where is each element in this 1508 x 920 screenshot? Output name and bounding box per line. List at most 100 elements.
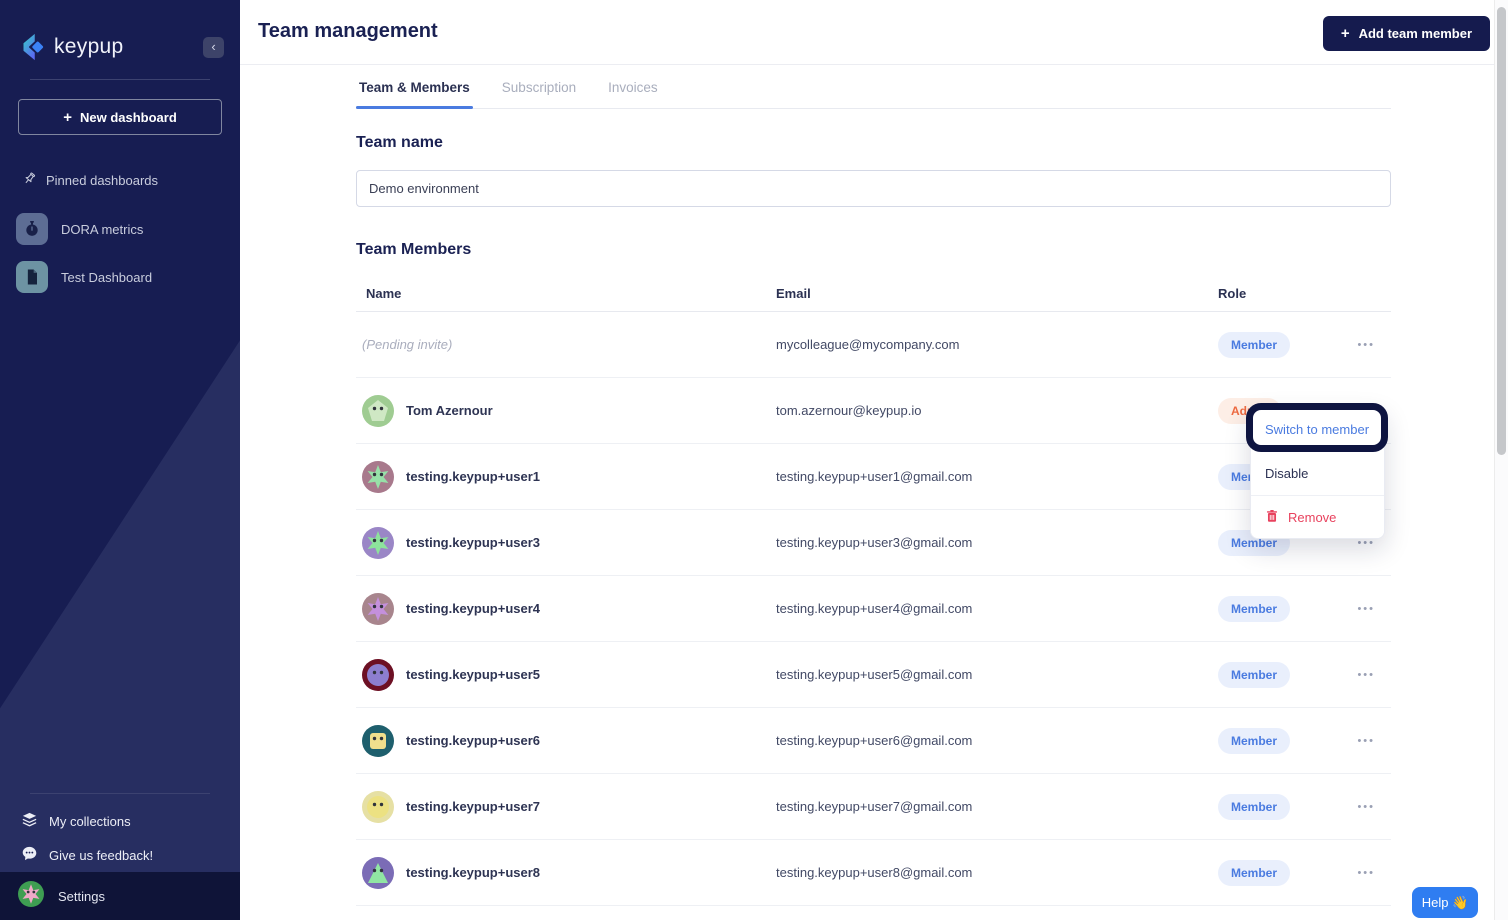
team-name-input[interactable] [356, 170, 1391, 207]
logo-text: keypup [54, 35, 203, 59]
menu-item-label: Disable [1265, 466, 1308, 481]
role-badge: Member [1218, 728, 1290, 754]
scrollbar-thumb[interactable] [1497, 7, 1506, 455]
sidebar-item-my-collections[interactable]: My collections [0, 804, 240, 838]
pinned-item-label: Test Dashboard [61, 270, 152, 285]
member-actions-cell: ••• [1355, 861, 1391, 885]
pinned-item-label: DORA metrics [61, 222, 143, 237]
table-header-row: NameEmailRole [356, 276, 1391, 312]
trash-icon [1265, 509, 1279, 526]
column-header-role: Role [1218, 286, 1331, 301]
document-icon [16, 261, 48, 293]
member-avatar [362, 725, 394, 757]
footer-item-label: Give us feedback! [49, 848, 153, 863]
user-avatar [18, 881, 44, 912]
menu-item-label: Remove [1288, 510, 1336, 525]
member-name: testing.keypup+user5 [406, 667, 540, 682]
member-avatar [362, 857, 394, 889]
sidebar-item-give-us-feedback[interactable]: Give us feedback! [0, 838, 240, 872]
plus-icon: + [63, 109, 72, 126]
member-avatar [362, 593, 394, 625]
member-name: testing.keypup+user3 [406, 535, 540, 550]
pinned-dashboards-list: DORA metrics Test Dashboard [0, 205, 240, 301]
add-team-member-button[interactable]: + Add team member [1323, 16, 1490, 51]
table-row: testing.keypup+user6testing.keypup+user6… [356, 708, 1391, 774]
menu-item-label: Switch to member [1265, 422, 1369, 437]
member-name: testing.keypup+user8 [406, 865, 540, 880]
member-email: testing.keypup+user4@gmail.com [776, 601, 1218, 616]
member-name-cell: (Pending invite) [356, 337, 776, 352]
member-email: tom.azernour@keypup.io [776, 403, 1218, 418]
plus-icon: + [1341, 25, 1350, 42]
member-email: testing.keypup+user6@gmail.com [776, 733, 1218, 748]
table-row: testing.keypup+user7testing.keypup+user7… [356, 774, 1391, 840]
team-members-heading: Team Members [356, 241, 1391, 259]
keypup-logo-icon [16, 32, 46, 62]
member-name: testing.keypup+user7 [406, 799, 540, 814]
row-menu-ellipsis-icon[interactable]: ••• [1355, 597, 1377, 621]
page-title: Team management [258, 20, 438, 43]
tab-invoices[interactable]: Invoices [605, 65, 661, 108]
layers-icon [21, 811, 38, 831]
member-role-cell: Member [1218, 332, 1331, 358]
sidebar-divider [30, 793, 210, 794]
row-menu-ellipsis-icon[interactable]: ••• [1355, 861, 1377, 885]
member-name-cell: testing.keypup+user4 [356, 593, 776, 625]
tab-bar: Team & Members Subscription Invoices [356, 65, 1391, 109]
sidebar-item-dora-metrics[interactable]: DORA metrics [0, 205, 240, 253]
member-name: testing.keypup+user1 [406, 469, 540, 484]
sidebar-divider [30, 79, 210, 80]
member-avatar [362, 527, 394, 559]
member-actions-cell: ••• [1355, 597, 1391, 621]
table-row: Tom Azernourtom.azernour@keypup.ioAdmin•… [356, 378, 1391, 444]
menu-item-disable[interactable]: Disable [1251, 451, 1384, 495]
table-row: (Pending invite) mycolleague@mycompany.co… [356, 312, 1391, 378]
menu-item-switch-to-member[interactable]: Switch to member [1251, 407, 1384, 451]
member-actions-cell: ••• [1355, 333, 1391, 357]
row-menu-ellipsis-icon[interactable]: ••• [1355, 663, 1377, 687]
member-role-cell: Member [1218, 662, 1331, 688]
logo-row: keypup ‹ [0, 0, 240, 62]
member-name-cell: Tom Azernour [356, 395, 776, 427]
row-menu-ellipsis-icon[interactable]: ••• [1355, 333, 1377, 357]
member-email: mycolleague@mycompany.com [776, 337, 1218, 352]
member-actions-cell: ••• [1355, 729, 1391, 753]
role-badge: Member [1218, 596, 1290, 622]
member-name-cell: testing.keypup+user7 [356, 791, 776, 823]
member-name-cell: testing.keypup+user1 [356, 461, 776, 493]
new-dashboard-label: New dashboard [80, 110, 177, 125]
footer-item-label: My collections [49, 814, 131, 829]
tab-subscription[interactable]: Subscription [499, 65, 579, 108]
add-team-member-label: Add team member [1359, 26, 1472, 41]
table-row: testing.keypup+user1 testing.keypup+user1… [356, 444, 1391, 510]
member-avatar [362, 659, 394, 691]
role-badge: Member [1218, 662, 1290, 688]
member-email: testing.keypup+user5@gmail.com [776, 667, 1218, 682]
pin-icon [22, 171, 37, 189]
tab-team-members[interactable]: Team & Members [356, 65, 473, 108]
help-button[interactable]: Help 👋 [1412, 887, 1478, 918]
role-badge: Member [1218, 794, 1290, 820]
sidebar-item-settings[interactable]: Settings [0, 872, 240, 920]
member-avatar [362, 395, 394, 427]
sidebar-footer: My collections Give us feedback! [0, 793, 240, 872]
settings-label: Settings [58, 889, 105, 904]
member-actions-cell: ••• [1355, 663, 1391, 687]
member-email: testing.keypup+user8@gmail.com [776, 865, 1218, 880]
member-role-cell: Member [1218, 860, 1331, 886]
role-badge: Member [1218, 332, 1290, 358]
menu-item-remove[interactable]: Remove [1251, 495, 1384, 538]
sidebar-item-test-dashboard[interactable]: Test Dashboard [0, 253, 240, 301]
row-menu-ellipsis-icon[interactable]: ••• [1355, 795, 1377, 819]
row-menu-ellipsis-icon[interactable]: ••• [1355, 729, 1377, 753]
member-role-cell: Member [1218, 794, 1331, 820]
new-dashboard-button[interactable]: + New dashboard [18, 99, 222, 135]
pending-invite-label: (Pending invite) [362, 337, 452, 352]
table-row: testing.keypup+user8 testing.keypup+user8… [356, 840, 1391, 906]
page-scrollbar [1494, 0, 1508, 920]
row-context-menu: Switch to member Disable Remove [1250, 406, 1385, 539]
member-actions-cell: ••• [1355, 795, 1391, 819]
member-avatar [362, 461, 394, 493]
sidebar-collapse-button[interactable]: ‹ [203, 37, 224, 58]
member-email: testing.keypup+user1@gmail.com [776, 469, 1218, 484]
